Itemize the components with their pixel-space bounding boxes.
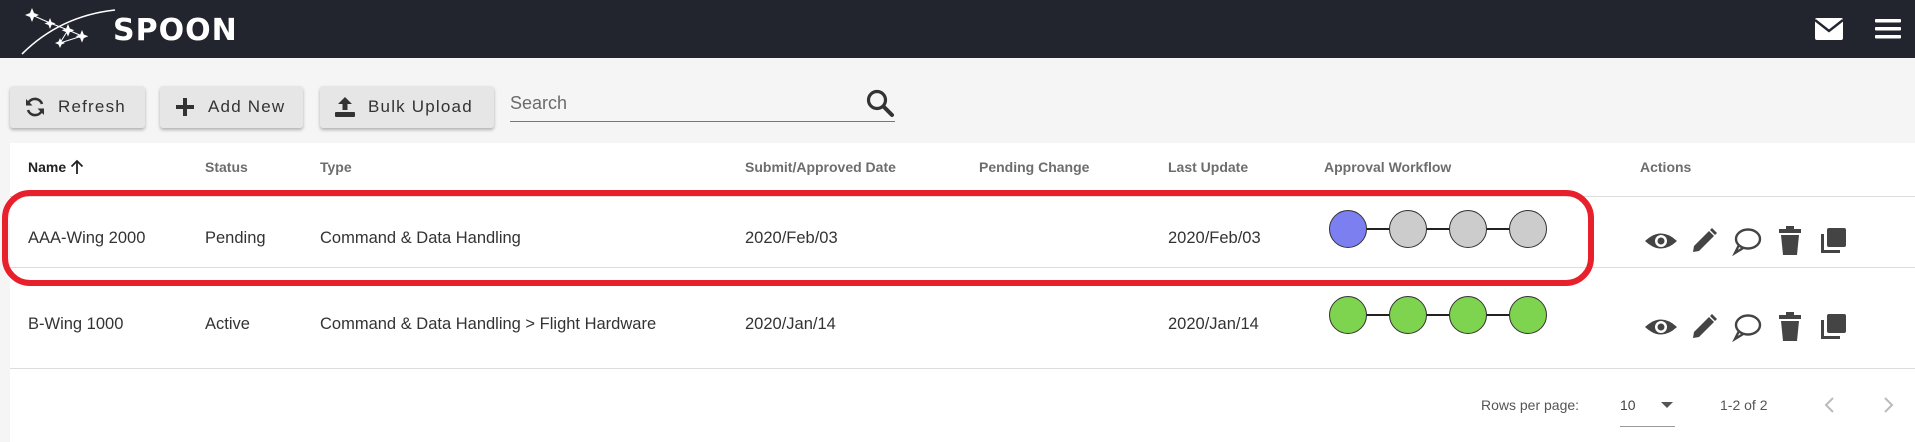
workflow-step: [1389, 296, 1427, 334]
hamburger-icon: [1875, 19, 1901, 39]
delete-button[interactable]: [1773, 224, 1807, 258]
row-type: Command & Data Handling > Flight Hardwar…: [320, 315, 657, 333]
pencil-icon: [1693, 314, 1717, 338]
bulk-upload-label: Bulk Upload: [368, 97, 473, 116]
speech-bubble-icon: [1732, 314, 1762, 342]
eye-icon: [1645, 319, 1677, 335]
workflow-step: [1509, 296, 1547, 334]
pagination-range: 1-2 of 2: [1720, 397, 1768, 413]
row-submit-date: 2020/Jan/14: [745, 315, 836, 333]
row-highlight-outline: [2, 190, 1594, 286]
bulk-upload-button[interactable]: Bulk Upload: [320, 86, 494, 128]
comment-button[interactable]: [1730, 310, 1764, 344]
constellation-logo-icon: [21, 8, 116, 55]
speech-bubble-icon: [1732, 228, 1762, 256]
next-page-button[interactable]: [1876, 393, 1900, 417]
comment-button[interactable]: [1730, 224, 1764, 258]
pencil-icon: [1693, 228, 1717, 252]
row-last-update: 2020/Jan/14: [1168, 315, 1259, 333]
chevron-right-icon: [1884, 397, 1894, 413]
envelope-icon: [1814, 18, 1844, 40]
row-name: B-Wing 1000: [28, 315, 124, 333]
upload-icon: [333, 95, 357, 119]
column-header-name[interactable]: Name: [28, 159, 84, 175]
rows-per-page-select[interactable]: 10: [1620, 393, 1675, 427]
column-header-submit-date[interactable]: Submit/Approved Date: [745, 159, 896, 175]
trash-icon: [1779, 226, 1801, 255]
top-bar: SPOON: [0, 0, 1915, 58]
dropdown-arrow-icon: [1661, 402, 1673, 408]
workflow-connector: [1349, 314, 1529, 316]
column-header-actions: Actions: [1640, 159, 1692, 175]
delete-button[interactable]: [1773, 310, 1807, 344]
search-input[interactable]: [510, 90, 850, 116]
approval-workflow: [1329, 295, 1559, 335]
trash-icon: [1779, 312, 1801, 341]
app-logo[interactable]: SPOON: [20, 4, 240, 56]
row-divider: [10, 368, 1915, 369]
refresh-label: Refresh: [58, 97, 126, 116]
add-new-label: Add New: [208, 97, 286, 116]
column-header-type[interactable]: Type: [320, 159, 352, 175]
rows-per-page-label: Rows per page:: [1481, 397, 1580, 413]
add-new-button[interactable]: Add New: [160, 86, 303, 128]
column-header-last-update[interactable]: Last Update: [1168, 159, 1248, 175]
copy-icon: [1821, 314, 1846, 339]
workflow-step: [1449, 296, 1487, 334]
rows-per-page-value: 10: [1620, 397, 1636, 413]
column-header-status[interactable]: Status: [205, 159, 248, 175]
previous-page-button[interactable]: [1818, 393, 1842, 417]
column-header-approval-workflow: Approval Workflow: [1324, 159, 1452, 175]
view-button[interactable]: [1644, 310, 1678, 344]
copy-button[interactable]: [1816, 224, 1850, 258]
sort-ascending-icon: [71, 159, 84, 174]
mail-button[interactable]: [1813, 14, 1845, 44]
hamburger-menu-button[interactable]: [1873, 14, 1903, 44]
view-button[interactable]: [1644, 224, 1678, 258]
search-field: [510, 86, 895, 122]
chevron-left-icon: [1824, 397, 1834, 413]
refresh-icon: [23, 95, 47, 119]
edit-button[interactable]: [1687, 224, 1721, 258]
column-header-pending-change[interactable]: Pending Change: [979, 159, 1089, 175]
workflow-step: [1329, 296, 1367, 334]
edit-button[interactable]: [1687, 310, 1721, 344]
search-icon[interactable]: [865, 88, 895, 118]
refresh-button[interactable]: Refresh: [10, 86, 145, 128]
logo-text: SPOON: [113, 13, 238, 48]
plus-icon: [173, 95, 197, 119]
copy-icon: [1821, 228, 1846, 253]
copy-button[interactable]: [1816, 310, 1850, 344]
eye-icon: [1645, 233, 1677, 249]
row-status: Active: [205, 315, 250, 333]
